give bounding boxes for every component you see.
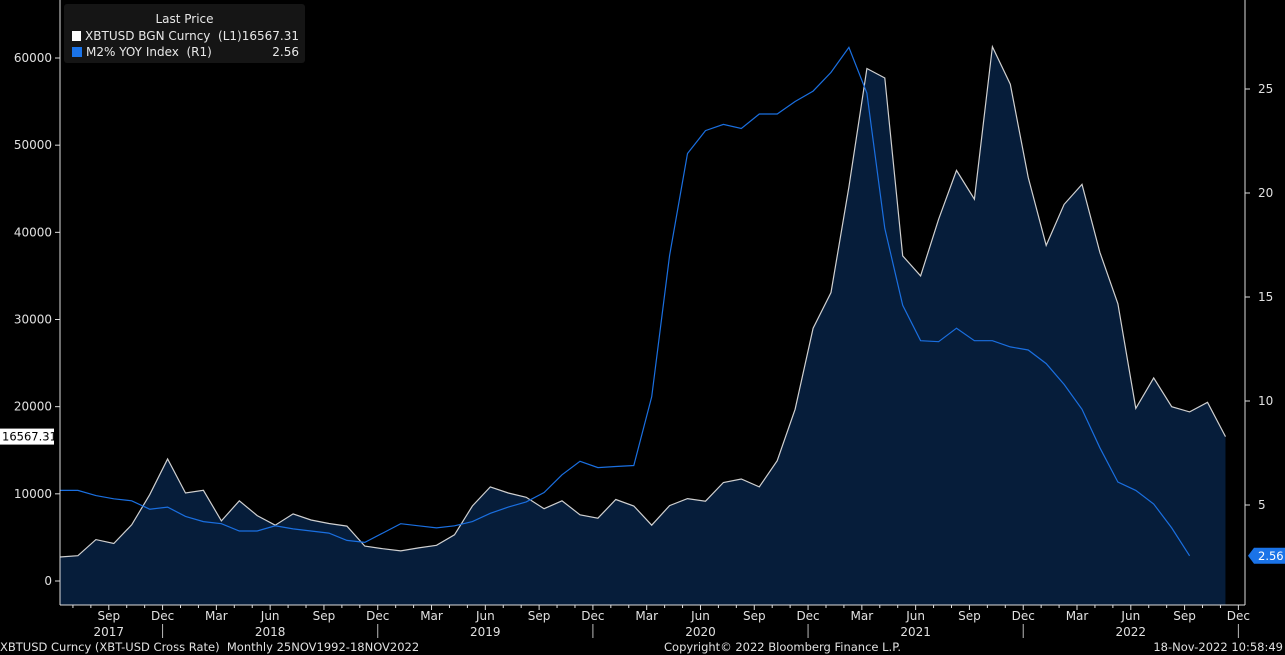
x-tick-label: Jun: [690, 609, 710, 623]
x-tick-label: Dec: [1227, 609, 1250, 623]
legend-swatch-blue: [72, 47, 82, 57]
x-year-label: 2019: [470, 625, 501, 639]
right-last-price-label: 2.56: [1258, 549, 1284, 563]
x-tick-label: Sep: [313, 609, 336, 623]
x-tick-label: Mar: [420, 609, 443, 623]
x-tick-label: Sep: [97, 609, 120, 623]
x-tick-label: Sep: [1173, 609, 1196, 623]
footer-timestamp: 18-Nov-2022 10:58:49: [1153, 640, 1283, 654]
legend-value: 2.56: [272, 45, 299, 59]
x-year-label: 2021: [900, 625, 931, 639]
right-tick-label: 5: [1258, 498, 1266, 512]
footer-source: XBTUSD Curncy (XBT-USD Cross Rate) Month…: [0, 640, 420, 654]
x-tick-label: Dec: [366, 609, 389, 623]
x-tick-label: Jun: [905, 609, 925, 623]
left-tick-label: 0: [44, 574, 52, 588]
left-tick-label: 10000: [14, 487, 52, 501]
right-tick-label: 10: [1258, 394, 1273, 408]
xbtusd-area: [60, 46, 1226, 605]
right-tick-label: 25: [1258, 82, 1273, 96]
left-tick-label: 50000: [14, 138, 52, 152]
x-tick-label: Sep: [743, 609, 766, 623]
legend-value: 16567.31: [241, 29, 299, 43]
x-year-label: 2018: [255, 625, 286, 639]
left-last-price-label: 16567.31: [2, 430, 57, 444]
x-tick-label: Dec: [1012, 609, 1035, 623]
chart: 0 10000 20000 30000 40000 50000 60000 5 10 15 20 25…: [0, 0, 1285, 639]
x-tick-label: Mar: [205, 609, 228, 623]
x-tick-label: Dec: [581, 609, 604, 623]
left-tick-label: 60000: [14, 51, 52, 65]
right-tick-label: 20: [1258, 186, 1273, 200]
legend-label: M2% YOY Index (R1): [86, 45, 212, 59]
legend-title: Last Price: [155, 12, 214, 26]
left-tick-label: 20000: [14, 400, 52, 414]
left-tick-label: 40000: [14, 225, 52, 239]
x-tick-label: Jun: [1120, 609, 1140, 623]
legend-entry-m2: M2% YOY Index (R1) 2.56: [64, 44, 305, 60]
x-tick-label: Jun: [260, 609, 280, 623]
legend-label: XBTUSD BGN Curncy (L1): [85, 29, 242, 43]
x-tick-label: Mar: [635, 609, 658, 623]
x-tick-label: Mar: [1066, 609, 1089, 623]
x-tick-label: Dec: [151, 609, 174, 623]
legend: Last Price XBTUSD BGN Curncy (L1) 16567.…: [64, 4, 305, 63]
x-tick-label: Mar: [851, 609, 874, 623]
legend-entry-xbtusd: XBTUSD BGN Curncy (L1) 16567.31: [64, 28, 305, 44]
x-tick-label: Sep: [958, 609, 981, 623]
x-year-label: 2020: [685, 625, 716, 639]
x-tick-label: Dec: [796, 609, 819, 623]
footer-copyright: Copyright© 2022 Bloomberg Finance L.P.: [664, 640, 901, 654]
left-tick-label: 30000: [14, 313, 52, 327]
right-tick-label: 15: [1258, 290, 1273, 304]
x-tick-label: Jun: [475, 609, 495, 623]
x-tick-label: Sep: [528, 609, 551, 623]
x-year-label: 2022: [1116, 625, 1147, 639]
x-year-label: 2017: [94, 625, 125, 639]
legend-swatch-white: [72, 31, 82, 41]
